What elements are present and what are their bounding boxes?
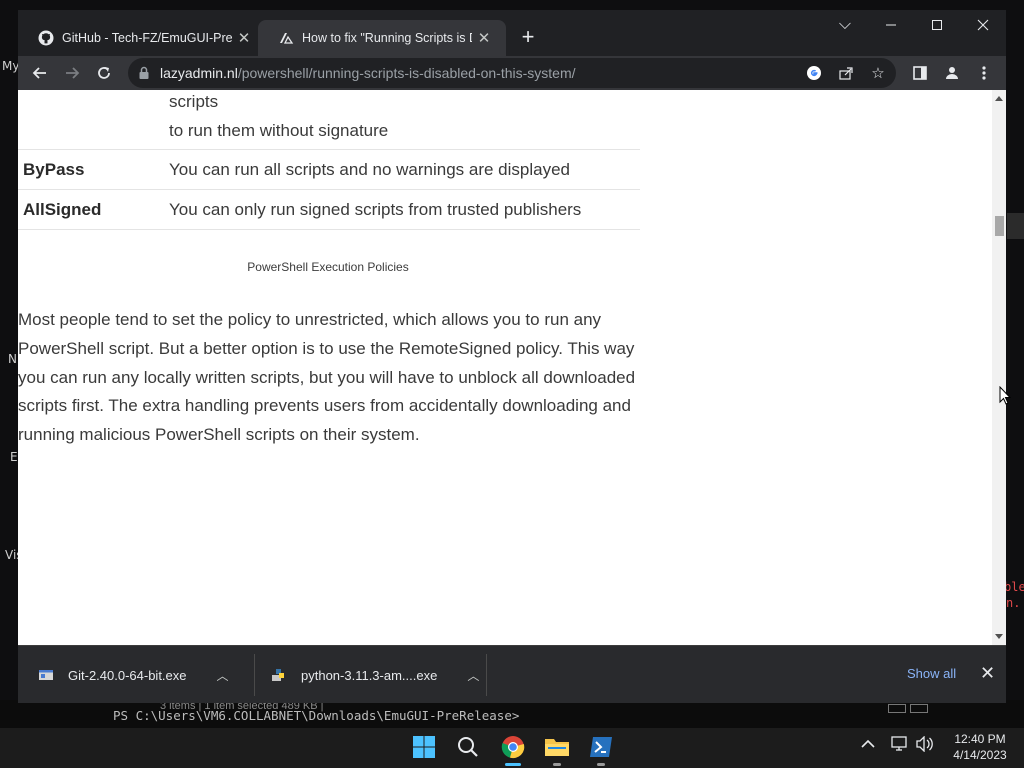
resize-cursor-icon	[999, 385, 1012, 411]
new-tab-button[interactable]: +	[514, 24, 542, 52]
chevron-up-icon[interactable]	[861, 736, 875, 752]
powershell-icon[interactable]	[586, 732, 616, 762]
google-lens-icon[interactable]	[804, 63, 824, 83]
taskbar: 12:40 PM 4/14/2023	[0, 728, 1024, 768]
policy-name-bypass: ByPass	[23, 160, 85, 179]
open-app-indicator	[553, 763, 561, 766]
system-clock[interactable]: 12:40 PM 4/14/2023	[950, 731, 1010, 763]
download-item-git[interactable]: Git-2.40.0-64-bit.exe ︿	[38, 646, 229, 704]
url-text: lazyadmin.nl/powershell/running-scripts-…	[160, 65, 576, 81]
bookmark-star-icon[interactable]: ☆	[868, 63, 888, 83]
start-button[interactable]	[409, 732, 439, 762]
address-bar[interactable]: lazyadmin.nl/powershell/running-scripts-…	[128, 58, 896, 88]
chevron-up-icon[interactable]: ︿	[217, 667, 229, 684]
file-explorer-icon[interactable]	[542, 732, 572, 762]
table-divider	[18, 149, 640, 150]
show-all-downloads-link[interactable]: Show all	[907, 666, 956, 681]
tab-title: How to fix "Running Scripts is Di	[302, 31, 472, 45]
clock-date: 4/14/2023	[953, 748, 1007, 762]
close-tab-icon[interactable]: ✕	[232, 29, 256, 47]
maximize-button[interactable]	[914, 10, 960, 40]
active-app-indicator	[505, 763, 521, 766]
terminal-error-fragment: n.	[1006, 596, 1021, 610]
network-icon[interactable]	[891, 736, 909, 755]
reload-button[interactable]	[91, 60, 117, 86]
clock-time: 12:40 PM	[954, 732, 1006, 746]
desktop-label-n: N	[8, 352, 17, 366]
search-icon[interactable]	[453, 732, 483, 762]
desktop-label-my: My	[2, 59, 20, 73]
table-divider	[18, 189, 640, 190]
tab-title: GitHub - Tech-FZ/EmuGUI-PreRe	[62, 31, 232, 45]
url-host: lazyadmin.nl	[160, 65, 238, 81]
download-filename: python-3.11.3-am....exe	[301, 667, 438, 683]
close-tab-icon[interactable]: ✕	[472, 29, 496, 47]
table-cell-continued: to run them without signature	[169, 121, 389, 140]
page-scrollbar[interactable]	[992, 90, 1006, 645]
menu-icon[interactable]	[971, 60, 997, 86]
tab-lazyadmin[interactable]: How to fix "Running Scripts is Di ✕	[258, 20, 506, 56]
tab-strip: GitHub - Tech-FZ/EmuGUI-PreRe ✕ How to f…	[18, 10, 1006, 56]
scrollbar-thumb[interactable]	[995, 216, 1004, 236]
minimize-button[interactable]	[868, 10, 914, 40]
page-content: scripts to run them without signature By…	[18, 90, 992, 645]
forward-button[interactable]	[59, 60, 85, 86]
close-window-button[interactable]	[960, 10, 1006, 40]
scroll-up-arrow-icon[interactable]	[995, 96, 1003, 101]
volume-icon[interactable]	[916, 735, 934, 755]
lock-icon[interactable]	[138, 66, 150, 85]
download-divider	[254, 654, 255, 696]
github-icon	[38, 30, 54, 46]
download-item-python[interactable]: python-3.11.3-am....exe ︿	[271, 646, 479, 704]
policy-description: You can run all scripts and no warnings …	[169, 160, 571, 179]
python-installer-icon	[271, 667, 287, 683]
article-paragraph: Most people tend to set the policy to un…	[18, 310, 636, 445]
policy-description: You can only run signed scripts from tru…	[169, 200, 582, 219]
chevron-up-icon[interactable]: ︿	[467, 667, 479, 684]
chrome-taskbar-icon[interactable]	[498, 732, 528, 762]
background-window-edge	[1007, 213, 1024, 239]
scroll-down-arrow-icon[interactable]	[995, 634, 1003, 639]
terminal-background: 3 items | 1 item selected 489 KB | PS C:…	[0, 700, 1024, 728]
close-download-bar-icon[interactable]: ✕	[980, 663, 995, 684]
open-app-indicator	[597, 763, 605, 766]
side-panel-icon[interactable]	[907, 60, 933, 86]
profile-icon[interactable]	[939, 60, 965, 86]
desktop-label-e: E	[10, 450, 18, 464]
browser-window: GitHub - Tech-FZ/EmuGUI-PreRe ✕ How to f…	[18, 10, 1006, 703]
terminal-prompt: PS C:\Users\VM6.COLLABNET\Downloads\EmuG…	[113, 708, 520, 723]
browser-toolbar: lazyadmin.nl/powershell/running-scripts-…	[18, 56, 1006, 90]
download-filename: Git-2.40.0-64-bit.exe	[68, 667, 187, 683]
lazyadmin-icon	[278, 30, 294, 46]
download-divider	[486, 654, 487, 696]
table-cell-continued: scripts	[169, 92, 219, 111]
tab-search-chevron-icon[interactable]: ⌵	[822, 10, 868, 40]
table-caption: PowerShell Execution Policies	[247, 260, 409, 274]
policy-name-allsigned: AllSigned	[23, 200, 102, 219]
share-icon[interactable]	[836, 63, 856, 83]
table-divider	[18, 229, 640, 230]
terminal-error-fragment: ble	[1004, 580, 1024, 594]
exe-file-icon	[38, 667, 54, 683]
tab-github[interactable]: GitHub - Tech-FZ/EmuGUI-PreRe ✕	[18, 20, 264, 56]
url-path: /powershell/running-scripts-is-disabled-…	[237, 65, 576, 81]
back-button[interactable]	[27, 60, 53, 86]
download-bar: Git-2.40.0-64-bit.exe ︿ python-3.11.3-am…	[18, 645, 1006, 703]
